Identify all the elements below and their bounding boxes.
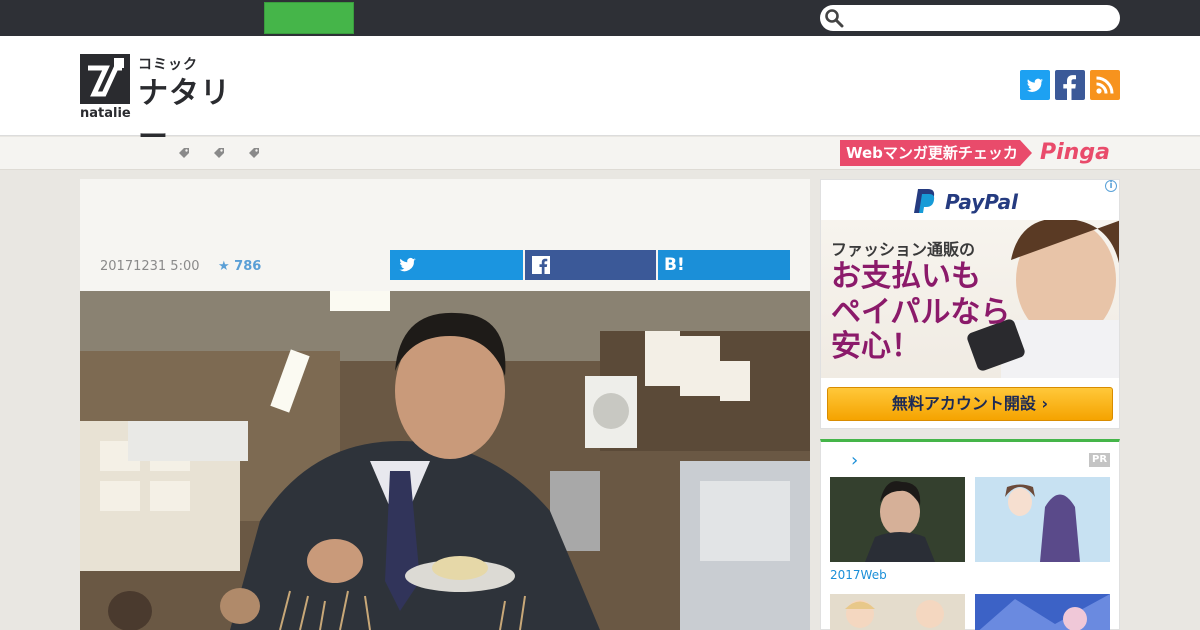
ad-copy-line1: ファッション通販の xyxy=(831,240,976,259)
pr-thumbnail[interactable] xyxy=(975,477,1110,562)
pr-thumbnail[interactable] xyxy=(975,594,1110,630)
pr-thumbnail[interactable] xyxy=(830,594,965,630)
twitter-icon xyxy=(1027,78,1043,92)
tag-icon[interactable] xyxy=(213,147,225,159)
ad-cta-button[interactable]: 無料アカウント開設 › xyxy=(827,387,1113,421)
article-date: 20171231 5:00 xyxy=(100,259,200,274)
rss-icon xyxy=(1096,76,1114,94)
pinga-logo: Pinga xyxy=(1040,140,1110,165)
pr-thumbnail[interactable] xyxy=(830,477,965,562)
site-logo[interactable]: コミック ナタリー natalie xyxy=(80,54,260,155)
hatena-bookmark-icon: B! xyxy=(664,255,685,275)
ad-copy-line3: ペイパルなら xyxy=(831,295,1011,330)
twitter-icon xyxy=(399,257,416,272)
share-hatena-button[interactable]: B! xyxy=(658,250,790,280)
facebook-icon xyxy=(1063,75,1076,100)
pr-badge: PR xyxy=(1089,453,1110,467)
star-count[interactable]: ★ 786 xyxy=(218,259,261,274)
search-icon[interactable] xyxy=(824,8,844,28)
tag-icon[interactable] xyxy=(178,147,190,159)
pr-caption[interactable]: 2017Web xyxy=(830,568,887,582)
article-card: 20171231 5:00 ★ 786 B! xyxy=(80,179,810,630)
logo-mark-icon xyxy=(80,54,130,104)
tag-bar: Webマンガ更新チェッカー Pinga xyxy=(0,137,1200,170)
twitter-button[interactable] xyxy=(1020,70,1050,100)
site-header: コミック ナタリー natalie xyxy=(0,36,1200,155)
paypal-icon xyxy=(914,189,935,213)
pr-box: › PR 2017Web xyxy=(820,439,1120,630)
facebook-button[interactable] xyxy=(1055,70,1085,100)
sidebar-ad[interactable]: i PayPal ファッション通販の お支払いも ペイパルなら 安心！ 無料アカ… xyxy=(820,179,1120,429)
paypal-wordmark: PayPal xyxy=(945,190,1019,214)
logo-en: natalie xyxy=(80,106,131,121)
chevron-right-icon[interactable]: › xyxy=(851,450,858,471)
ad-copy-line4: 安心！ xyxy=(831,329,921,364)
rss-button[interactable] xyxy=(1090,70,1120,100)
top-green-button[interactable] xyxy=(264,2,354,34)
tag-icon[interactable] xyxy=(248,147,260,159)
ad-image: ファッション通販の お支払いも ペイパルなら 安心！ xyxy=(821,220,1119,378)
article-photo[interactable] xyxy=(80,291,810,630)
share-twitter-button[interactable] xyxy=(390,250,523,280)
share-facebook-button[interactable] xyxy=(525,250,656,280)
ad-info-icon[interactable]: i xyxy=(1105,180,1117,192)
pinga-label: Webマンガ更新チェッカー xyxy=(840,140,1032,166)
facebook-icon xyxy=(532,256,550,274)
search-input[interactable] xyxy=(820,5,1120,31)
ad-copy-line2: お支払いも xyxy=(831,259,981,294)
top-bar xyxy=(0,0,1200,36)
